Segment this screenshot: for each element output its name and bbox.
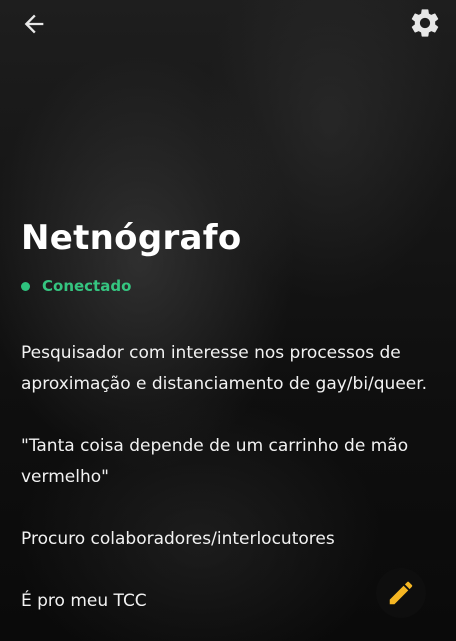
bio-paragraph: "Tanta coisa depende de um carrinho de m…: [21, 436, 409, 487]
profile-name: Netnógrafo: [21, 218, 242, 258]
status-label: Conectado: [42, 277, 132, 295]
edit-profile-button[interactable]: [376, 568, 426, 618]
arrow-left-icon: [24, 14, 44, 34]
profile-screen: Netnógrafo Conectado Pesquisador com int…: [0, 0, 456, 641]
online-status: Conectado: [21, 276, 131, 296]
online-dot-icon: [21, 281, 30, 291]
bio-paragraph: Procuro colaboradores/interlocutores: [21, 529, 335, 549]
pencil-icon: [389, 581, 413, 605]
top-bar: [0, 0, 456, 48]
bio-text: Pesquisador com interesse nos processos …: [21, 338, 441, 617]
bio-paragraph: Pesquisador com interesse nos processos …: [21, 343, 428, 394]
settings-button[interactable]: [408, 6, 442, 40]
gear-icon: [411, 9, 439, 37]
back-button[interactable]: [20, 10, 48, 38]
